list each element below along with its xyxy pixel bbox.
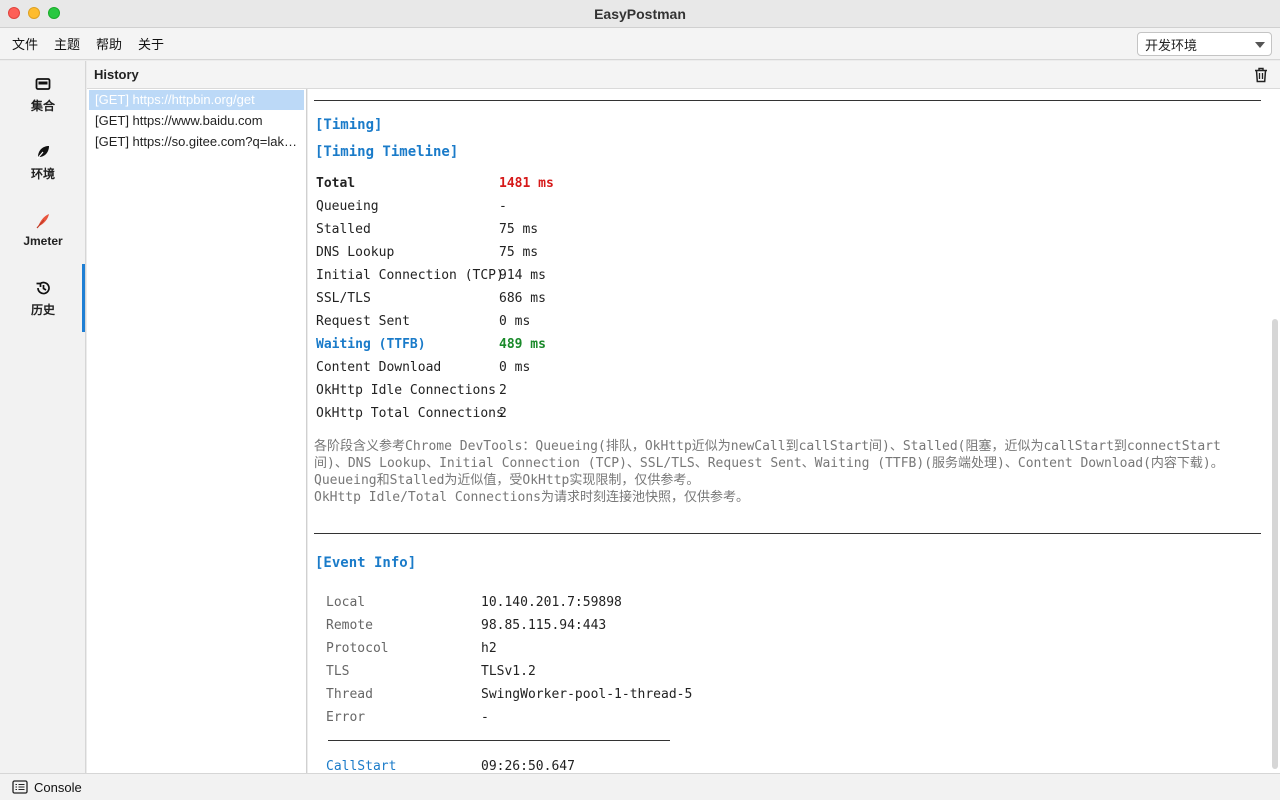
- history-list: [GET] https://httpbin.org/get [GET] http…: [87, 89, 307, 773]
- console-icon[interactable]: [12, 780, 28, 794]
- divider: [328, 740, 670, 741]
- timing-note: 各阶段含义参考Chrome DevTools：Queueing(排队，OkHtt…: [314, 438, 1254, 506]
- timing-key: Content Download: [316, 360, 442, 375]
- timing-value: 686 ms: [499, 291, 546, 306]
- history-title: History: [94, 67, 139, 82]
- history-header: History: [87, 61, 1280, 89]
- event-value: h2: [481, 641, 497, 656]
- menu-theme[interactable]: 主题: [54, 34, 80, 53]
- nav-label: 历史: [30, 302, 55, 317]
- event-value: 10.140.201.7:59898: [481, 595, 622, 610]
- event-value: -: [481, 710, 489, 725]
- timing-value: 489 ms: [499, 337, 546, 352]
- zoom-window-button[interactable]: [48, 7, 60, 19]
- event-key: Local: [326, 595, 366, 610]
- detail-pane[interactable]: [Timing] [Timing Timeline] Total 1481 ms…: [308, 89, 1280, 773]
- chevron-down-icon: [1255, 42, 1265, 48]
- environment-select[interactable]: 开发环境: [1137, 32, 1272, 56]
- nav-active-indicator: [82, 264, 85, 332]
- divider: [314, 100, 1261, 101]
- event-key: Protocol: [326, 641, 389, 656]
- timing-note-line: Queueing和Stalled为近似值，受OkHttp实现限制，仅供参考。: [314, 473, 700, 488]
- event-section-title: [Event Info]: [315, 555, 417, 571]
- window-title: EasyPostman: [594, 5, 686, 22]
- menu-file[interactable]: 文件: [12, 34, 38, 53]
- menu-about[interactable]: 关于: [138, 34, 164, 53]
- status-bar: Console: [0, 773, 1280, 800]
- timing-value: 0 ms: [499, 314, 531, 329]
- nav-item-history[interactable]: 历史: [0, 267, 86, 329]
- menu-bar: 文件 主题 帮助 关于 开发环境: [0, 28, 1280, 60]
- timing-timeline-title: [Timing Timeline]: [315, 144, 459, 160]
- trash-icon[interactable]: [1252, 66, 1270, 84]
- event-key: Remote: [326, 618, 373, 633]
- left-nav: 集合 环境 Jmeter 历史: [0, 61, 86, 773]
- timing-key: Total: [316, 176, 356, 191]
- collection-icon: [35, 77, 51, 90]
- history-item[interactable]: [GET] https://www.baidu.com: [89, 111, 304, 131]
- timing-value: 1481 ms: [499, 176, 554, 191]
- timing-value: 0 ms: [499, 360, 531, 375]
- timing-note-line: OkHttp Idle/Total Connections为请求时刻连接池快照，…: [314, 490, 749, 505]
- nav-label: Jmeter: [23, 234, 63, 248]
- timing-key: Stalled: [316, 222, 371, 237]
- event-value: TLSv1.2: [481, 664, 536, 679]
- timing-section-title: [Timing]: [315, 117, 383, 133]
- menu-help[interactable]: 帮助: [96, 34, 122, 53]
- timing-value: 914 ms: [499, 268, 546, 283]
- console-button[interactable]: Console: [34, 780, 82, 795]
- leaf-icon: [36, 145, 49, 159]
- environment-select-value: 开发环境: [1145, 37, 1198, 53]
- timing-value: -: [499, 199, 507, 214]
- timing-key: Waiting (TTFB): [316, 337, 426, 352]
- detail-scrollbar[interactable]: [1272, 319, 1278, 769]
- nav-item-environments[interactable]: 环境: [0, 131, 86, 193]
- timing-key: Initial Connection (TCP): [316, 268, 504, 283]
- event-key: CallStart: [326, 759, 397, 773]
- timing-value: 2: [499, 383, 507, 398]
- divider: [314, 533, 1261, 534]
- timing-key: Queueing: [316, 199, 379, 214]
- history-item[interactable]: [GET] https://httpbin.org/get: [89, 90, 304, 110]
- window-controls: [8, 7, 60, 19]
- timing-value: 75 ms: [499, 245, 539, 260]
- timing-value: 2: [499, 406, 507, 421]
- timing-key: SSL/TLS: [316, 291, 371, 306]
- event-key: Error: [326, 710, 366, 725]
- history-item[interactable]: [GET] https://so.gitee.com?q=laker...: [89, 132, 304, 152]
- nav-item-jmeter[interactable]: Jmeter: [0, 199, 86, 261]
- timing-note-line: 各阶段含义参考Chrome DevTools：Queueing(排队，OkHtt…: [314, 439, 1221, 454]
- timing-note-line: 间)、DNS Lookup、Initial Connection (TCP)、S…: [314, 456, 1224, 471]
- event-value: 98.85.115.94:443: [481, 618, 607, 633]
- nav-label: 环境: [30, 166, 55, 181]
- minimize-window-button[interactable]: [28, 7, 40, 19]
- close-window-button[interactable]: [8, 7, 20, 19]
- timing-key: OkHttp Idle Connections: [316, 383, 497, 398]
- timing-value: 75 ms: [499, 222, 539, 237]
- history-icon: [36, 281, 50, 294]
- event-value: 09:26:50.647: [481, 759, 575, 773]
- feather-icon: [36, 214, 49, 229]
- nav-label: 集合: [30, 98, 55, 113]
- timing-key: Request Sent: [316, 314, 410, 329]
- title-bar: EasyPostman: [0, 0, 1280, 28]
- event-key: TLS: [326, 664, 350, 679]
- event-value: SwingWorker-pool-1-thread-5: [481, 687, 693, 702]
- nav-item-collections[interactable]: 集合: [0, 63, 86, 125]
- event-key: Thread: [326, 687, 373, 702]
- timing-key: DNS Lookup: [316, 245, 395, 260]
- timing-key: OkHttp Total Connections: [316, 406, 504, 421]
